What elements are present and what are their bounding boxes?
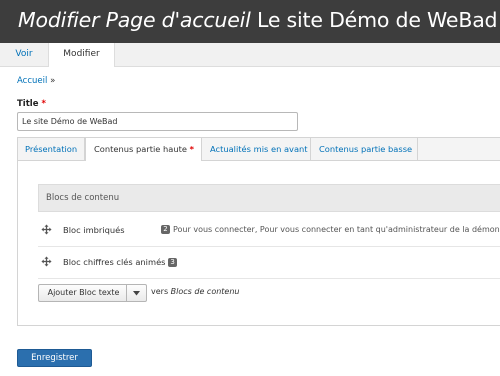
primary-tabs: Voir Modifier xyxy=(0,43,500,67)
vtab-presentation-label: Présentation xyxy=(25,144,78,154)
vtab-contenus-partie-basse-label: Contenus partie basse xyxy=(319,144,413,154)
add-target-prefix: vers xyxy=(151,287,169,296)
row-label: Bloc chiffres clés animés 3 xyxy=(63,257,178,267)
vtab-presentation[interactable]: Présentation xyxy=(17,137,85,161)
blocks-table-header: Blocs de contenu xyxy=(38,184,500,212)
add-options-toggle[interactable] xyxy=(126,285,146,301)
add-target-text: vers Blocs de contenu xyxy=(151,287,240,296)
page-title-site: Le site Démo de WeBad xyxy=(256,8,498,32)
table-row: Bloc imbriqués 2 Pour vous connecter, Pou… xyxy=(38,216,500,247)
drag-handle-icon[interactable] xyxy=(41,224,52,235)
vtab-contenus-partie-haute-label: Contenus partie haute xyxy=(94,144,187,154)
title-field-label: Title * xyxy=(17,99,46,109)
tab-modifier[interactable]: Modifier xyxy=(48,43,115,67)
count-badge: 3 xyxy=(168,258,178,267)
vtab-contenus-partie-basse[interactable]: Contenus partie basse xyxy=(311,137,418,161)
page-header: Modifier Page d'accueil Le site Démo de … xyxy=(0,0,500,43)
required-mark: * xyxy=(41,99,46,109)
title-label-text: Title xyxy=(17,99,39,109)
add-block-control: Ajouter Bloc texte xyxy=(38,284,147,302)
vtab-required-mark: * xyxy=(189,144,194,154)
save-button[interactable]: Enregistrer xyxy=(17,349,92,367)
add-target-name: Blocs de contenu xyxy=(170,287,240,296)
page-title-prefix: Modifier Page d'accueil xyxy=(18,8,251,32)
title-input[interactable] xyxy=(17,112,298,131)
count-badge: 2 xyxy=(161,225,170,234)
row-summary-text: Pour vous connecter, Pour vous connecter… xyxy=(173,225,500,234)
row-label: Bloc imbriqués xyxy=(63,225,125,235)
add-bloc-texte-button[interactable]: Ajouter Bloc texte xyxy=(39,285,128,301)
drag-handle-icon[interactable] xyxy=(41,256,52,267)
chevron-down-icon xyxy=(133,291,140,296)
vtab-contenus-partie-haute[interactable]: Contenus partie haute * xyxy=(85,137,202,161)
table-row: Bloc chiffres clés animés 3 xyxy=(38,248,500,279)
tab-voir[interactable]: Voir xyxy=(0,43,48,66)
row-summary: 2 Pour vous connecter, Pour vous connecte… xyxy=(161,225,500,234)
breadcrumb-separator: » xyxy=(50,76,56,86)
page-title: Modifier Page d'accueil Le site Démo de … xyxy=(18,6,498,34)
breadcrumb-home-link[interactable]: Accueil xyxy=(17,76,47,86)
row-label-text: Bloc chiffres clés animés xyxy=(63,257,166,267)
vtab-actualites-mis-en-avant[interactable]: Actualités mis en avant xyxy=(202,137,311,161)
vtab-actualites-label: Actualités mis en avant xyxy=(210,144,308,154)
blocks-table-header-label: Blocs de contenu xyxy=(46,193,120,203)
breadcrumb: Accueil » xyxy=(17,76,55,86)
